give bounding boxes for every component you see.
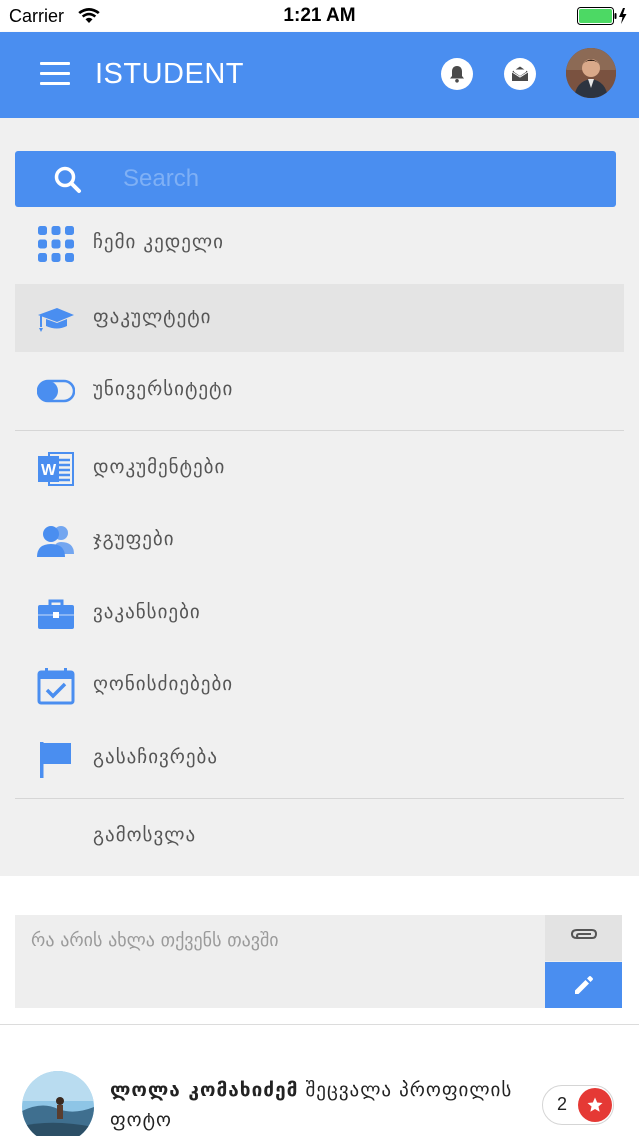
menu-item-label: ფაკულტეტი [93,306,212,328]
menu-item-my-wall[interactable]: ჩემი კედელი [15,209,624,277]
envelope-open-icon [511,66,529,81]
menu-item-label: ჯგუფები [93,528,175,550]
menu-item-label: ჩემი კედელი [93,231,224,253]
logout-label: გამოსვლა [93,824,197,846]
briefcase-icon [38,599,74,629]
menu-divider [15,430,624,431]
post-text-input[interactable] [15,915,544,1008]
star-icon [578,1088,612,1122]
battery-icon [577,7,627,25]
user-avatar[interactable] [566,48,616,98]
word-document-icon: W [38,452,74,486]
attach-button[interactable] [545,915,622,961]
menu-item-label: დოკუმენტები [93,456,226,478]
bell-icon [450,66,464,83]
app-title: ISTUDENT [95,58,244,90]
menu-divider [15,798,624,799]
notifications-button[interactable] [441,58,473,90]
menu-item-groups[interactable]: ჯგუფები [15,506,624,574]
menu-item-documents[interactable]: W დოკუმენტები [15,434,624,502]
menu-item-faculty[interactable]: ფაკულტეტი [15,284,624,352]
users-icon [37,526,74,557]
post-composer [15,915,622,1008]
grid-icon [38,226,74,262]
toggle-icon [37,379,75,403]
app-header: ISTUDENT [0,32,639,118]
hamburger-menu-icon[interactable] [40,62,70,86]
feed-author-avatar[interactable] [22,1071,94,1136]
menu-item-appeal[interactable]: გასაჩივრება [15,724,624,792]
rating-count: 2 [557,1094,568,1114]
search-icon [54,166,81,193]
messages-button[interactable] [504,58,536,90]
menu-item-label: გასაჩივრება [93,746,219,768]
menu-item-logout[interactable]: გამოსვლა [15,802,624,870]
menu-item-label: უნივერსიტეტი [93,378,234,400]
flag-icon [40,742,71,778]
menu-item-label: ღონისძიებები [93,673,234,695]
calendar-check-icon [37,668,75,705]
status-bar: Carrier 1:21 AM [0,0,639,32]
feed-divider [0,1024,639,1025]
menu-item-events[interactable]: ღონისძიებები [15,651,624,719]
search-bar[interactable] [15,151,616,207]
feed-author-name[interactable]: ლოლა კომახიძემ [110,1079,298,1101]
menu-item-vacancies[interactable]: ვაკანსიები [15,579,624,647]
publish-button[interactable] [545,962,622,1008]
search-input[interactable] [123,161,593,197]
svg-text:W: W [41,462,57,479]
status-time: 1:21 AM [283,5,356,26]
menu-item-label: ვაკანსიები [93,601,201,623]
feed-item-text: ლოლა კომახიძემ შეცვალა პროფილის ფოტო [110,1075,530,1135]
graduation-cap-icon [38,308,74,332]
navigation-drawer: ჩემი კედელი ფაკულტეტი უნივერსიტეტი W დოკ… [0,118,639,876]
rating-button[interactable]: 2 [542,1085,614,1125]
pencil-icon [574,976,593,994]
menu-item-university[interactable]: უნივერსიტეტი [15,356,624,424]
paperclip-icon [570,929,597,939]
